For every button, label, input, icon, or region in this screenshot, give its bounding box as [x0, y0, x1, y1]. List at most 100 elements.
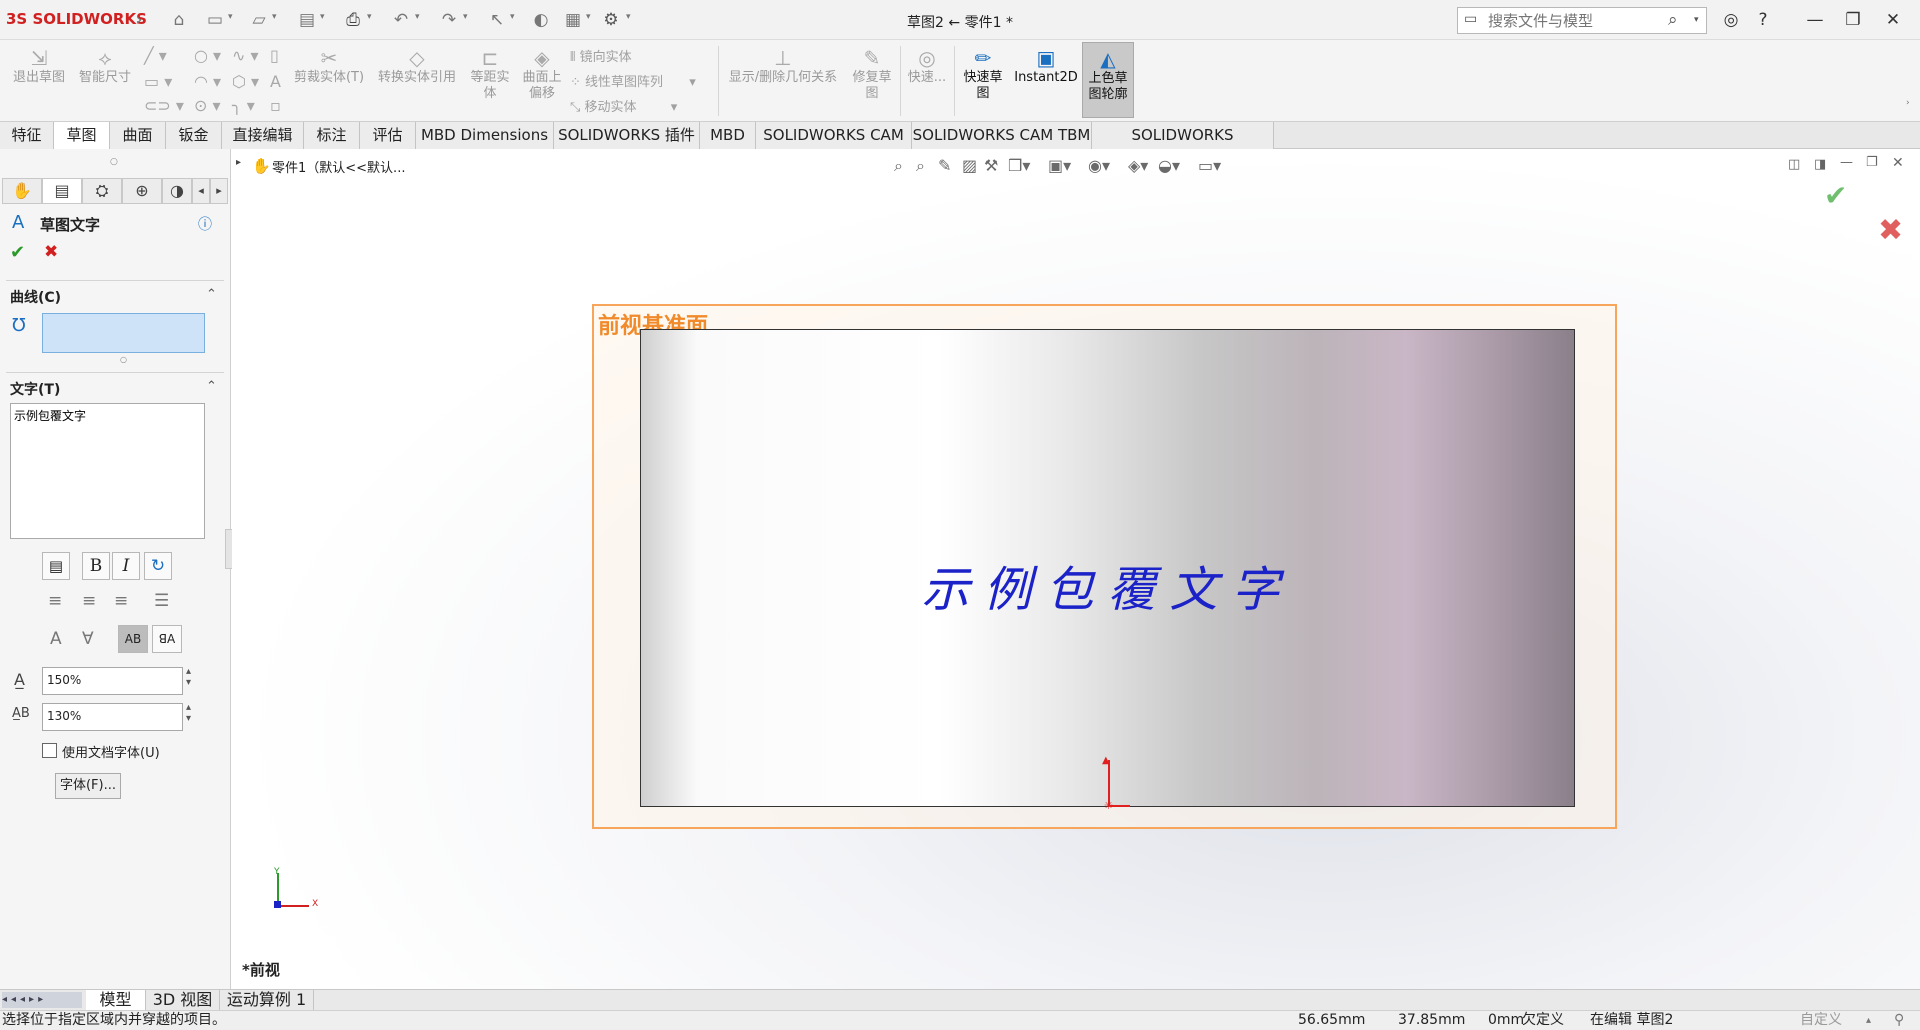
viewport-minimize-button[interactable]: —: [1840, 155, 1853, 170]
tab-navigation-arrows[interactable]: ◂◂◂▸▸: [2, 992, 82, 1008]
open-folder-icon[interactable]: ▱: [248, 9, 270, 31]
width-factor-field[interactable]: 150%: [42, 667, 183, 695]
move-entities-button[interactable]: ⤡ 移动实体 ▾: [570, 96, 677, 115]
text-tool-icon[interactable]: A: [270, 72, 281, 91]
tab-solidworks-cam-tbm[interactable]: SOLIDWORKS CAM TBM: [912, 122, 1092, 149]
edit-appearance-icon[interactable]: ◈▾: [1128, 156, 1148, 175]
tab-model[interactable]: 模型: [86, 990, 146, 1011]
tab-dimxpert[interactable]: ⊕: [122, 178, 162, 204]
align-right-icon[interactable]: ≡: [114, 591, 128, 611]
link-property-button[interactable]: ▤: [42, 552, 70, 580]
viewport-restore-button[interactable]: ❐: [1866, 155, 1878, 170]
circle-tool-icon[interactable]: ○ ▾: [194, 46, 221, 65]
cancel-x-button[interactable]: ✖: [44, 242, 58, 262]
tab-mbd[interactable]: MBD: [700, 122, 756, 149]
flip-vertical-icon[interactable]: A: [50, 629, 62, 649]
tab-motion-study[interactable]: 运动算例 1: [220, 990, 314, 1011]
offset-entities-button[interactable]: ⊏ 等距实体: [466, 46, 514, 102]
flip-vertical-down-icon[interactable]: ∀: [82, 629, 94, 649]
width-factor-spinner[interactable]: ▴ ▾: [186, 666, 191, 688]
flip-horizontal-reverse-button[interactable]: ꓭA: [152, 625, 182, 653]
italic-button[interactable]: I: [112, 552, 140, 580]
panel-scroll-right[interactable]: ▸: [210, 178, 228, 204]
tab-solidworks-addins[interactable]: SOLIDWORKS 插件: [554, 122, 700, 149]
fillet-tool-icon[interactable]: ╮ ▾: [232, 96, 255, 115]
new-dropdown-icon[interactable]: ▾: [228, 12, 233, 22]
help-icon[interactable]: ?: [1750, 8, 1776, 32]
units-dropdown-icon[interactable]: ▴: [1866, 1011, 1871, 1030]
tab-evaluate[interactable]: 评估: [360, 122, 416, 149]
section-view-icon[interactable]: ▨: [962, 156, 977, 175]
rectangle-tool-icon[interactable]: ▭ ▾: [144, 72, 172, 91]
align-center-icon[interactable]: ≡: [82, 591, 96, 611]
redo-dropdown-icon[interactable]: ▾: [463, 12, 468, 22]
origin-point-icon[interactable]: ✳: [1104, 799, 1113, 812]
spline-tool-icon[interactable]: ∿ ▾: [232, 46, 259, 65]
search-dropdown-icon[interactable]: ▾: [1694, 15, 1699, 25]
open-dropdown-icon[interactable]: ▾: [272, 12, 277, 22]
solidworks-logo[interactable]: 3S SOLIDWORKS: [6, 10, 147, 28]
arc-tool-icon[interactable]: ◠ ▾: [194, 72, 221, 91]
sketch-rectangle[interactable]: 示例包覆文字: [640, 329, 1575, 807]
tab-mbd-dimensions[interactable]: MBD Dimensions: [416, 122, 554, 149]
rapid-sketch-button[interactable]: ✏ 快速草图: [958, 46, 1008, 102]
search-scope-icon[interactable]: ▭: [1464, 11, 1477, 27]
quick-snaps-button[interactable]: ◎ 快速...: [904, 46, 950, 86]
viewport-split-icon[interactable]: ◨: [1814, 157, 1826, 172]
apply-scene-icon[interactable]: ◒▾: [1158, 156, 1180, 175]
print-dropdown-icon[interactable]: ▾: [367, 12, 372, 22]
status-bar-settings-icon[interactable]: ⚲: [1894, 1011, 1904, 1030]
list-resize-handle[interactable]: ○: [120, 355, 127, 364]
dynamic-annotation-icon[interactable]: ⚒: [984, 156, 998, 175]
home-icon[interactable]: ⌂: [168, 9, 190, 31]
print-icon[interactable]: ⎙: [342, 9, 364, 31]
select-dropdown-icon[interactable]: ▾: [510, 12, 515, 22]
ok-check-button[interactable]: ✔: [10, 242, 25, 263]
new-document-icon[interactable]: ▭: [204, 9, 226, 31]
display-style-icon[interactable]: ▣▾: [1048, 156, 1071, 175]
redo-icon[interactable]: ↷: [438, 9, 460, 31]
tab-surfaces[interactable]: 曲面: [110, 122, 166, 149]
font-button[interactable]: 字体(F)...: [55, 773, 121, 799]
text-input[interactable]: 示例包覆文字: [10, 403, 205, 539]
zoom-to-area-icon[interactable]: ⌕: [916, 156, 925, 176]
tab-configuration-manager[interactable]: ⛭: [82, 178, 122, 204]
view-orientation-icon[interactable]: ❒▾: [1008, 156, 1030, 175]
point-tool-icon[interactable]: ⊙ ▾: [194, 96, 221, 115]
units-custom[interactable]: 自定义: [1800, 1011, 1842, 1030]
exit-sketch-button[interactable]: ⇲ 退出草图: [8, 46, 70, 86]
tab-markup[interactable]: 标注: [304, 122, 360, 149]
linear-pattern-button[interactable]: ⁘ 线性草图阵列 ▾: [570, 71, 696, 90]
sketch-text[interactable]: 示例包覆文字: [641, 550, 1574, 620]
panel-scroll-left[interactable]: ◂: [192, 178, 210, 204]
viewport-split-icon[interactable]: ◫: [1788, 157, 1800, 172]
justify-icon[interactable]: ☰: [154, 591, 169, 611]
zoom-to-fit-icon[interactable]: ⌕: [894, 156, 903, 176]
save-icon[interactable]: ▤: [296, 9, 318, 31]
offset-on-surface-button[interactable]: ◈ 曲面上偏移: [518, 46, 566, 102]
restore-button[interactable]: ❐: [1840, 8, 1866, 32]
slot-tool-icon[interactable]: ⊂⊃ ▾: [144, 96, 184, 115]
tab-solidworks-inspection[interactable]: SOLIDWORKS Inspection: [1092, 122, 1274, 170]
properties-dropdown-icon[interactable]: ▾: [586, 12, 591, 22]
hide-show-items-icon[interactable]: ◉▾: [1088, 156, 1110, 175]
minimize-button[interactable]: —: [1802, 8, 1828, 32]
tab-property-manager[interactable]: ▤: [42, 178, 82, 204]
options-dropdown-icon[interactable]: ▾: [626, 12, 631, 22]
save-dropdown-icon[interactable]: ▾: [320, 12, 325, 22]
view-settings-icon[interactable]: ▭▾: [1198, 156, 1221, 175]
use-document-font-checkbox[interactable]: [42, 743, 57, 758]
undo-icon[interactable]: ↶: [390, 9, 412, 31]
front-plane[interactable]: 前视基准面 示例包覆文字: [592, 304, 1617, 829]
align-left-icon[interactable]: ≡: [48, 591, 62, 611]
shaded-sketch-contours-button[interactable]: ◭ 上色草图轮廓: [1082, 42, 1134, 118]
rotate-button[interactable]: ↻: [144, 552, 172, 580]
bold-button[interactable]: B: [82, 552, 110, 580]
rebuild-icon[interactable]: ◐: [530, 9, 552, 31]
confirm-check-icon[interactable]: ✔: [1824, 179, 1847, 212]
previous-view-icon[interactable]: ✎: [938, 156, 951, 175]
options-gear-icon[interactable]: ⚙: [600, 9, 622, 31]
tab-feature-tree[interactable]: ✋: [2, 178, 42, 204]
search-icon[interactable]: ⌕: [1668, 10, 1678, 30]
tab-features[interactable]: 特征: [0, 122, 54, 149]
